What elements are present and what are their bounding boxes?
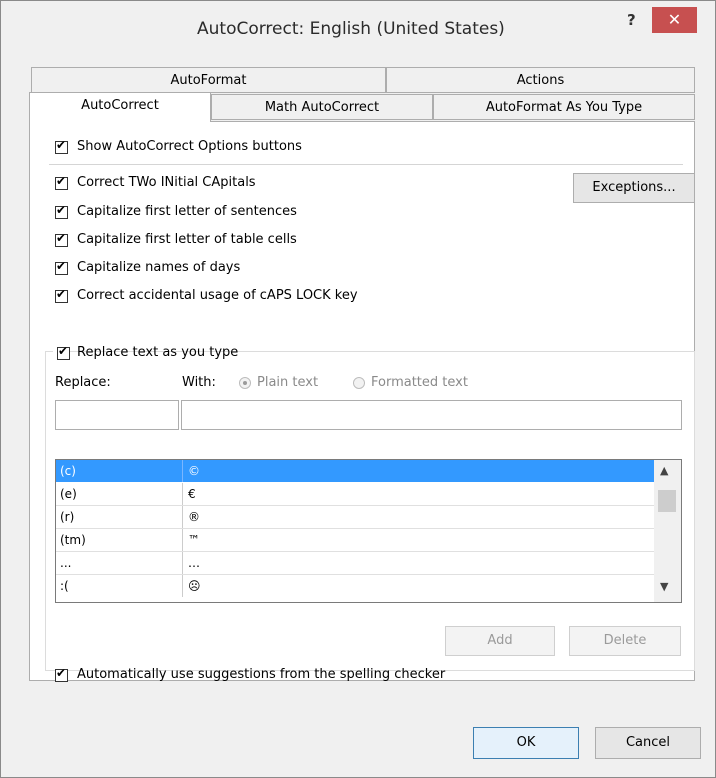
plain-text-radio[interactable]	[239, 377, 251, 389]
entry-replace: :(	[60, 579, 69, 593]
first-letter-cells-label: Capitalize first letter of table cells	[77, 232, 297, 247]
first-letter-sentences-checkbox[interactable]	[55, 203, 68, 219]
with-label: With:	[182, 375, 216, 390]
replacement-list[interactable]: (c) © (e) € (r) ® (tm) ™ ... …:(☹ ▲ ▼	[55, 459, 682, 603]
names-of-days-checkbox[interactable]	[55, 259, 68, 275]
exceptions-button-label: Exceptions...	[592, 180, 676, 195]
formatted-text-radio[interactable]	[353, 377, 365, 389]
list-item[interactable]: :( ☹	[56, 575, 654, 597]
column-divider	[182, 483, 183, 505]
scroll-down-icon[interactable]: ▼	[660, 580, 668, 593]
entry-with: ®	[188, 510, 200, 524]
entry-with: ™	[188, 533, 200, 547]
list-item[interactable]: ... …	[56, 552, 654, 574]
list-item[interactable]: (r) ®	[56, 506, 654, 528]
entry-with: €	[188, 487, 196, 501]
entry-with: ☹	[188, 579, 201, 593]
autocorrect-dialog: AutoCorrect: English (United States) ? ✕…	[0, 0, 716, 778]
caps-lock-label: Correct accidental usage of cAPS LOCK ke…	[77, 288, 358, 303]
list-item[interactable]: (c) ©	[56, 460, 654, 482]
plain-text-label: Plain text	[257, 375, 319, 390]
entry-with: ©	[188, 464, 200, 478]
replace-label: Replace:	[55, 375, 111, 390]
list-item[interactable]: (e) €	[56, 483, 654, 505]
replace-group-header: Replace text as you type	[53, 344, 238, 362]
delete-button[interactable]: Delete	[569, 626, 681, 656]
entry-replace: (r)	[60, 510, 75, 524]
exceptions-button[interactable]: Exceptions...	[573, 173, 695, 203]
ok-button[interactable]: OK	[473, 727, 579, 759]
scroll-thumb[interactable]	[658, 490, 676, 512]
separator	[49, 164, 683, 165]
cancel-button-label: Cancel	[625, 735, 671, 750]
entry-replace: (c)	[60, 464, 76, 478]
entry-replace: (e)	[60, 487, 77, 501]
first-letter-cells-checkbox[interactable]	[55, 231, 68, 247]
entry-replace: (tm)	[60, 533, 86, 547]
show-options-checkbox[interactable]	[55, 138, 68, 154]
first-letter-sentences-label: Capitalize first letter of sentences	[77, 204, 297, 219]
column-divider	[182, 529, 183, 551]
with-input[interactable]	[181, 400, 682, 430]
spelling-suggestions-label: Automatically use suggestions from the s…	[77, 667, 446, 682]
add-button[interactable]: Add	[445, 626, 555, 656]
names-of-days-label: Capitalize names of days	[77, 260, 241, 275]
column-divider	[182, 575, 183, 597]
replace-text-label: Replace text as you type	[77, 345, 239, 360]
show-options-label: Show AutoCorrect Options buttons	[77, 139, 302, 154]
column-divider	[182, 460, 183, 482]
column-divider	[182, 506, 183, 528]
scroll-up-icon[interactable]: ▲	[660, 464, 668, 477]
list-item[interactable]: (tm) ™	[56, 529, 654, 551]
add-button-label: Add	[487, 633, 513, 648]
entry-with: …	[188, 556, 200, 570]
caps-lock-checkbox[interactable]	[55, 287, 68, 303]
two-initial-caps-checkbox[interactable]	[55, 174, 68, 190]
cancel-button[interactable]: Cancel	[595, 727, 701, 759]
ok-button-label: OK	[516, 735, 536, 750]
entry-replace: ...	[60, 556, 72, 570]
formatted-text-label: Formatted text	[371, 375, 468, 390]
replace-input[interactable]	[55, 400, 179, 430]
column-divider	[182, 552, 183, 574]
two-initial-caps-label: Correct TWo INitial CApitals	[77, 175, 256, 190]
delete-button-label: Delete	[603, 633, 647, 648]
spelling-suggestions-checkbox[interactable]	[55, 666, 68, 682]
replace-text-checkbox[interactable]	[57, 344, 70, 360]
